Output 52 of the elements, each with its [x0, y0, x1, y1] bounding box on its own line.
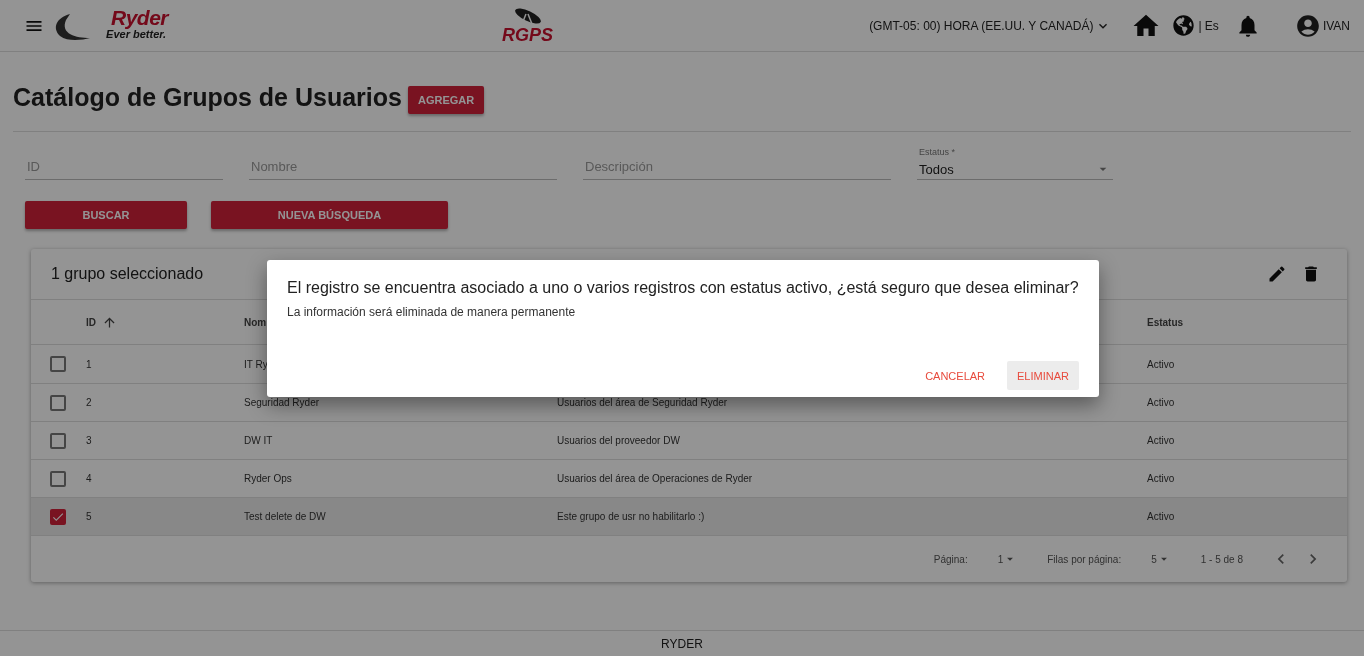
rows-per-page-select[interactable]: 5 — [1151, 552, 1171, 566]
status-select[interactable]: Estatus * Todos — [917, 147, 1113, 180]
row-checkbox[interactable] — [50, 356, 66, 372]
page-select[interactable]: 1 — [997, 552, 1018, 566]
table-row[interactable]: 3 DW IT Usuarios del proveedor DW Activo — [31, 422, 1347, 460]
table-row[interactable]: 4 Ryder Ops Usuarios del área de Operaciones de Ryder Activo — [31, 460, 1347, 498]
page-title: Catálogo de Grupos de Usuarios — [13, 82, 402, 112]
table-cell-text: 2 — [86, 397, 93, 408]
row-checkbox[interactable] — [50, 394, 66, 411]
row-checkbox[interactable] — [50, 470, 66, 487]
search-button[interactable]: BUSCAR — [25, 201, 187, 229]
table-cell-text: IT Ry — [244, 358, 269, 370]
add-button[interactable]: AGREGAR — [407, 86, 485, 114]
dialog-title: El registro se encuentra asociado a uno o varios registros con estatus activo, ¿está seguro que desea eliminar? — [287, 279, 1079, 297]
table-cell-text: Usuarios del proveedor DW — [557, 435, 681, 446]
table-cell-text: Ryder Ops — [244, 473, 293, 484]
page-label: Página: — [933, 553, 968, 565]
page-range: 1 - 5 de 8 — [1200, 553, 1243, 565]
table-cell-text: Usuarios del área de Operaciones de Ryder — [557, 473, 754, 484]
language-label[interactable]: | Es — [1198, 18, 1219, 33]
edit-icon[interactable] — [1267, 264, 1287, 284]
column-header[interactable]: ID — [86, 314, 244, 330]
user-menu[interactable]: IVAN — [1294, 12, 1350, 39]
table-cell-text: Activo — [1147, 358, 1176, 370]
table-cell-text: 5 — [86, 511, 93, 522]
table-cell-text: Activo — [1147, 397, 1176, 408]
table-cell-text: Test delete de DW — [244, 511, 327, 522]
table-cell-text: Activo — [1147, 435, 1176, 446]
table-cell-text: Este grupo de usr no habilitarlo :) — [557, 511, 706, 522]
rows-per-page-label: Filas por página: — [1047, 553, 1122, 565]
table-cell-text: 3 — [86, 435, 93, 446]
globe-icon[interactable] — [1173, 15, 1195, 36]
row-checkbox[interactable] — [50, 508, 66, 525]
delete-button[interactable]: ELIMINAR — [1007, 361, 1079, 390]
app-logo: RGPS — [502, 7, 553, 44]
timezone-dropdown[interactable]: (GMT-05: 00) HORA (EE.UU. Y CANADÁ) — [869, 17, 1112, 34]
table-cell-text: Activo — [1147, 473, 1176, 484]
table-cell-text: 1 — [86, 358, 93, 370]
new-search-button[interactable]: NUEVA BÚSQUEDA — [211, 201, 448, 229]
table-row[interactable]: 5 Test delete de DW Este grupo de usr no habilitarlo :) Activo — [31, 498, 1347, 536]
table-cell-text: 4 — [86, 473, 93, 484]
table-cell-text: Seguridad Ryder — [244, 397, 321, 408]
table-cell-text: Activo — [1147, 511, 1176, 522]
footer-text: RYDER — [661, 636, 703, 651]
table-cell-text: DW IT — [244, 435, 274, 446]
table-cell-text: Usuarios del área de Seguridad Ryder — [557, 397, 729, 408]
dialog-message: La información será eliminada de manera permanente — [287, 305, 577, 319]
row-checkbox[interactable] — [50, 432, 66, 449]
user-icon — [1294, 12, 1321, 39]
column-header[interactable]: Estatus — [1147, 316, 1347, 328]
ryder-logo: Ryder Ever better. — [52, 7, 168, 44]
selection-title: 1 grupo seleccionado — [51, 265, 205, 283]
